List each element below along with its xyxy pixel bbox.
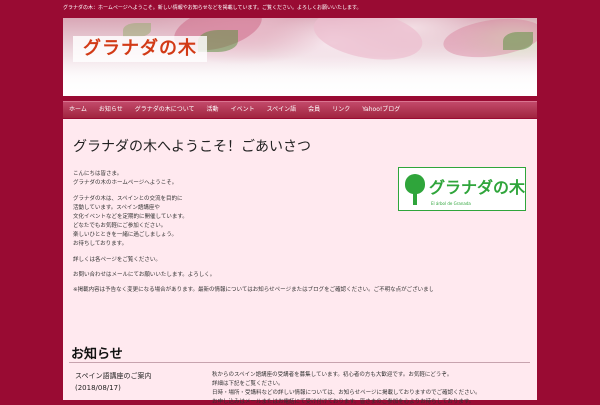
site-title[interactable]: グラナダの木 (73, 36, 207, 62)
nav-item-about[interactable]: グラナダの木について (129, 102, 201, 118)
page-title: グラナダの木へようこそ！ごあいさつ (73, 139, 311, 155)
tree-trunk (413, 193, 417, 205)
nav-item-news[interactable]: お知らせ (93, 102, 129, 118)
intro-text: グラナダの木のホームページへようこそ。 (73, 180, 178, 186)
intro-text: どなたでもお気軽にご参加ください。 (73, 223, 167, 229)
tree-icon (405, 174, 425, 194)
divider (69, 362, 530, 363)
nav-item-members[interactable]: 会員 (302, 102, 326, 118)
intro-text: 詳しくは各ページをご覧ください。 (73, 257, 161, 263)
intro-text: お問い合わせはメールにてお願いいたします。よろしく。 (73, 272, 216, 278)
banner-fade (63, 56, 537, 96)
intro-text: 楽しいひとときを一緒に過ごしましょう。 (73, 232, 178, 238)
logo-text: グラナダの木 (429, 178, 526, 197)
news-body: 詳細は下記をご覧ください。 (212, 381, 284, 387)
intro-text: グラナダの木は、スペインとの交流を目的に (73, 196, 183, 202)
nav-item-yahoo-blog[interactable]: Yahoo!ブログ (356, 102, 406, 118)
news-date: (2018/08/17) (75, 384, 121, 392)
welcome-section: グラナダの木へようこそ！ごあいさつ こんにちは皆さま。 グラナダの木のホームペー… (63, 119, 537, 331)
intro-text: 文化イベントなどを定期的に開催しています。 (73, 214, 188, 220)
leaf-image (123, 23, 151, 37)
main-nav: ホーム お知らせ グラナダの木について 活動 イベント スペイン語 会員 リンク… (63, 101, 537, 118)
header-banner: グラナダの木 (63, 18, 537, 96)
notice-text: ※掲載内容は予告なく変更になる場合があります。最新の情報についてはお知らせページ… (73, 287, 433, 293)
nav-item-links[interactable]: リンク (326, 102, 356, 118)
logo-subtext: El árbol de Granada (431, 201, 471, 206)
leaf-image (503, 32, 533, 50)
news-title[interactable]: スペイン語講座のご案内 (75, 371, 152, 381)
nav-item-spanish[interactable]: スペイン語 (261, 102, 303, 118)
news-item: スペイン語講座のご案内 (2018/08/17) (75, 371, 152, 392)
intro-text: 活動しています。スペイン語講座や (73, 205, 160, 211)
news-body: 秋からのスペイン語講座の受講者を募集しています。初心者の方も大歓迎です。お気軽に… (212, 372, 453, 378)
intro-text: お待ちしております。 (73, 241, 128, 247)
content-area: グラナダの木へようこそ！ごあいさつ こんにちは皆さま。 グラナダの木のホームペー… (63, 119, 537, 405)
granada-logo[interactable]: グラナダの木 El árbol de Granada (398, 167, 526, 211)
news-body: 日時・場所・受講料などの詳しい情報については、お知らせページに掲載しておりますの… (212, 390, 481, 396)
nav-item-events[interactable]: イベント (225, 102, 261, 118)
nav-item-activities[interactable]: 活動 (201, 102, 225, 118)
intro-text: こんにちは皆さま。 (73, 171, 123, 177)
site-tagline: グラナダの木：ホームページへようこそ。新しい情報やお知らせなどを掲載しています。… (63, 5, 362, 11)
news-heading: お知らせ (71, 347, 123, 362)
news-body: お申し込みはメールまたはお電話にて受け付けております。皆さまのご参加を心よりお待… (212, 399, 475, 405)
nav-item-home[interactable]: ホーム (63, 102, 93, 118)
